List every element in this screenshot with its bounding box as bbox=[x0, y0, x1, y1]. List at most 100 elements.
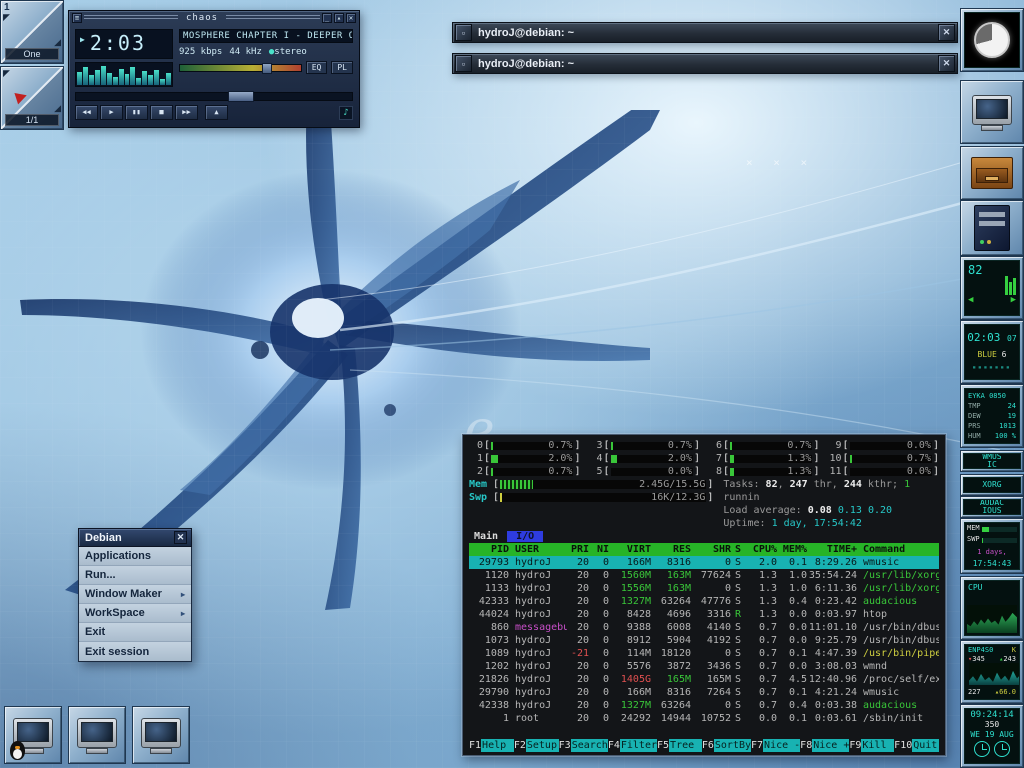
clip-forward-arrow-icon[interactable]: ◢ bbox=[54, 104, 61, 113]
clip-back-arrow-icon[interactable]: ◤ bbox=[3, 69, 10, 78]
play-button[interactable]: ▶ bbox=[100, 105, 123, 120]
clip-tile[interactable]: ◤ ◢ 1/1 bbox=[0, 66, 64, 130]
dock-clock-digit: 6 bbox=[1002, 350, 1007, 359]
eject-button[interactable]: ▲ bbox=[205, 105, 228, 120]
terminal-2-titlebar[interactable]: ▫ hydroJ@debian: ~ ✕ bbox=[452, 53, 958, 74]
previous-button[interactable]: ◀◀ bbox=[75, 105, 98, 120]
pause-button[interactable]: ▮▮ bbox=[125, 105, 148, 120]
dock-tile-drawer[interactable] bbox=[960, 146, 1024, 200]
mixer-prev-channel-button[interactable]: ◀ bbox=[968, 295, 973, 305]
workspace-name-label: One bbox=[5, 48, 59, 60]
menu-item-exit-session[interactable]: Exit session bbox=[79, 642, 191, 661]
titlebar-stripe bbox=[226, 15, 320, 21]
htop-window[interactable]: 0[0.7%]3[0.7%]6[0.7%]9[0.0%]1[2.0%]4[2.0… bbox=[462, 434, 946, 756]
menu-item-run[interactable]: Run... bbox=[79, 566, 191, 585]
dock-tile-filemanager[interactable] bbox=[960, 80, 1024, 144]
tux-penguin-icon bbox=[10, 741, 25, 760]
cpu-meter-7: 7[1.3%] bbox=[708, 452, 820, 465]
player-shade-button[interactable]: ▴ bbox=[334, 13, 344, 23]
next-button[interactable]: ▶▶ bbox=[175, 105, 198, 120]
appicon-terminal-3[interactable] bbox=[132, 706, 190, 764]
htop-load-line: Load average: 0.08 0.13 0.20 bbox=[723, 504, 939, 517]
stop-button[interactable]: ■ bbox=[150, 105, 173, 120]
volume-slider[interactable] bbox=[179, 64, 302, 72]
analog-dial-icon bbox=[994, 741, 1010, 757]
terminal-1-titlebar[interactable]: ▫ hydroJ@debian: ~ ✕ bbox=[452, 22, 958, 43]
drawer-icon bbox=[971, 157, 1013, 189]
dock-tile-xorg[interactable]: XORG bbox=[960, 474, 1024, 496]
dock-tile-audacious[interactable]: AUDACIOUS bbox=[960, 496, 1024, 518]
htop-table-header: PID USER PRI NI VIRT RES SHR S CPU% MEM%… bbox=[469, 543, 939, 556]
player-minimize-button[interactable]: _ bbox=[322, 13, 332, 23]
pager-next-arrow-icon[interactable]: ◢ bbox=[54, 38, 61, 47]
terminal-2-miniaturize-button[interactable]: ▫ bbox=[455, 55, 472, 72]
menu-item-window-maker[interactable]: Window Maker▸ bbox=[79, 585, 191, 604]
player-menu-button[interactable]: ≡ bbox=[72, 13, 82, 23]
fkey-f10: F10Quit bbox=[894, 739, 939, 752]
dock-tile-clock-analog[interactable]: 09:24:14 350 WE 19 AUG bbox=[960, 704, 1024, 768]
htop-mem-meter: Mem[ 2.45G/15.5G ] bbox=[469, 478, 713, 491]
dock-tile-weather[interactable]: EYKA 0850 TMP24 DEW19 PRS1013 HUM100 % bbox=[960, 384, 1024, 448]
dock-tile-mixer[interactable]: 82 ◀ ▶ bbox=[960, 256, 1024, 320]
playback-time-display: ▶ 2:03 bbox=[75, 29, 173, 59]
server-icon bbox=[974, 205, 1010, 251]
play-indicator-icon: ▶ bbox=[80, 35, 85, 56]
dock-tile-network-monitor[interactable]: ENP4S0K ▾345 ▴243 227 ▴66.0 bbox=[960, 640, 1024, 704]
cpu-meter-9: 9[0.0%] bbox=[828, 439, 940, 452]
monitor-icon bbox=[972, 95, 1012, 125]
cpu-meter-0: 0[0.7%] bbox=[469, 439, 581, 452]
cpu-meter-3: 3[0.7%] bbox=[589, 439, 701, 452]
fkey-f2: F2Setup bbox=[514, 739, 559, 752]
process-row: 44024hydroJ200842846963316R1.30.00:03.97… bbox=[469, 608, 939, 621]
dock-tile-wmaker-logo[interactable] bbox=[960, 8, 1024, 72]
submenu-arrow-icon: ▸ bbox=[181, 590, 185, 599]
dock-tile-cpu-monitor[interactable]: CPU bbox=[960, 576, 1024, 640]
dock-tile-memload[interactable]: MEM SWP 1 days, 17:54:43 bbox=[960, 518, 1024, 574]
cpu-meter-10: 10[0.7%] bbox=[828, 452, 940, 465]
terminal-window-1[interactable]: ▫ hydroJ@debian: ~ ✕ bbox=[452, 22, 958, 43]
seek-slider[interactable] bbox=[75, 92, 353, 101]
process-row: 1073hydroJ200891259044192S0.70.09:25.79/… bbox=[469, 634, 939, 647]
terminal-1-title: hydroJ@debian: ~ bbox=[474, 27, 936, 39]
terminal-window-2[interactable]: ▫ hydroJ@debian: ~ ✕ bbox=[452, 53, 958, 74]
seek-slider-handle[interactable] bbox=[228, 91, 254, 102]
playback-time: 2:03 bbox=[90, 32, 146, 56]
menu-item-workspace[interactable]: WorkSpace▸ bbox=[79, 604, 191, 623]
cpu-meter-2: 2[0.7%] bbox=[469, 465, 581, 478]
menu-item-exit[interactable]: Exit bbox=[79, 623, 191, 642]
root-menu-titlebar[interactable]: Debian ✕ bbox=[78, 528, 192, 547]
root-menu[interactable]: Debian ✕ ApplicationsRun...Window Maker▸… bbox=[78, 528, 192, 662]
dock-tile-server[interactable] bbox=[960, 200, 1024, 256]
terminal-2-title: hydroJ@debian: ~ bbox=[474, 58, 936, 70]
terminal-1-miniaturize-button[interactable]: ▫ bbox=[455, 24, 472, 41]
process-row: 42333hydroJ2001327M6326447776S1.30.40:23… bbox=[469, 595, 939, 608]
pager-prev-arrow-icon[interactable]: ◤ bbox=[3, 13, 10, 22]
menu-item-applications[interactable]: Applications bbox=[79, 547, 191, 566]
fkey-f3: F3Search bbox=[559, 739, 608, 752]
dock-tile-wmusic[interactable]: WMUSIC bbox=[960, 450, 1024, 472]
titlebar-stripe bbox=[84, 15, 178, 21]
appicon-terminal-tux[interactable] bbox=[4, 706, 62, 764]
samplerate-label: 44 kHz bbox=[229, 47, 262, 57]
workspace-pager-tile[interactable]: 1 ◤ ◢ One bbox=[0, 0, 64, 64]
playlist-button[interactable]: PL bbox=[331, 61, 353, 74]
process-row: 1root200242921494410752S0.00.10:03.61/sb… bbox=[469, 712, 939, 725]
root-menu-close-button[interactable]: ✕ bbox=[174, 531, 187, 544]
memload-uptime-time: 17:54:43 bbox=[965, 558, 1019, 569]
cpu-meter-4: 4[2.0%] bbox=[589, 452, 701, 465]
equalizer-button[interactable]: EQ bbox=[306, 61, 328, 74]
dock-tile-clock[interactable]: 02:03 07 BLUE 6 ▪▪▪▪▪▪▪ bbox=[960, 320, 1024, 384]
terminal-2-close-button[interactable]: ✕ bbox=[938, 55, 955, 72]
player-titlebar[interactable]: ≡ chaos _ ▴ ✕ bbox=[69, 11, 359, 25]
fkey-f5: F5Tree bbox=[657, 739, 702, 752]
cpu-meter-8: 8[1.3%] bbox=[708, 465, 820, 478]
fkey-f6: F6SortBy bbox=[702, 739, 751, 752]
player-close-button[interactable]: ✕ bbox=[346, 13, 356, 23]
htop-tab-main: Main bbox=[469, 531, 503, 542]
appicon-terminal-2[interactable] bbox=[68, 706, 126, 764]
mixer-next-channel-button[interactable]: ▶ bbox=[1011, 295, 1016, 305]
terminal-1-close-button[interactable]: ✕ bbox=[938, 24, 955, 41]
htop-uptime-line: Uptime: 1 day, 17:54:42 bbox=[723, 517, 939, 530]
audio-player-window[interactable]: ≡ chaos _ ▴ ✕ ▶ 2:03 MOSPHERE CHAPTER I … bbox=[68, 10, 360, 128]
volume-slider-handle[interactable] bbox=[262, 63, 272, 74]
